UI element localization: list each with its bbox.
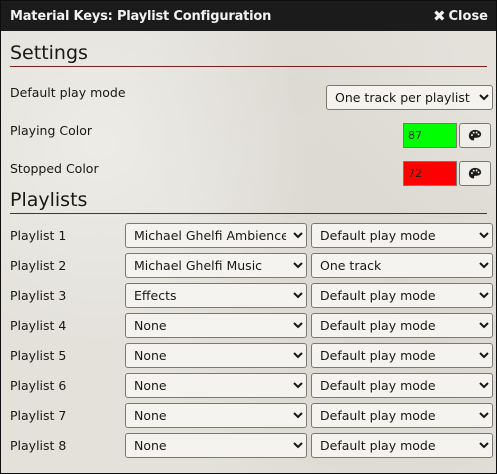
playlist-label: Playlist 5 [10,348,67,363]
playlist-mode-select[interactable]: Default play mode [311,433,493,458]
default-play-mode-label: Default play mode [10,85,126,100]
playing-color-label: Playing Color [10,123,93,138]
palette-icon [468,129,482,140]
playlist-config-window: Material Keys: Playlist Configuration ✖ … [0,0,497,474]
playlist-select[interactable]: Michael Ghelfi Music [125,253,307,278]
playing-color-picker-button[interactable] [459,123,491,148]
playlist-mode-select[interactable]: Default play mode [311,283,493,308]
playlist-mode-select[interactable]: Default play mode [311,373,493,398]
stopped-color-label: Stopped Color [10,161,99,176]
close-label: Close [448,8,488,24]
window-title: Material Keys: Playlist Configuration [10,8,272,24]
playlist-select[interactable]: None [125,403,307,428]
settings-heading: Settings [10,42,487,67]
playlist-select[interactable]: Michael Ghelfi Ambience [125,223,307,248]
playlist-select[interactable]: None [125,343,307,368]
playlist-label: Playlist 8 [10,438,67,453]
playlist-mode-select[interactable]: Default play mode [311,223,493,248]
stopped-color-picker-button[interactable] [459,161,491,186]
close-button[interactable]: ✖ Close [432,6,488,25]
close-icon: ✖ [432,6,446,25]
playlist-select[interactable]: None [125,373,307,398]
playlist-label: Playlist 1 [10,228,67,243]
window-titlebar[interactable]: Material Keys: Playlist Configuration ✖ … [1,1,496,31]
playlist-select[interactable]: None [125,433,307,458]
playlist-mode-select[interactable]: Default play mode [311,343,493,368]
playing-color-swatch[interactable]: 87 [403,123,457,148]
default-play-mode-select[interactable]: One track per playlist [326,85,493,110]
playlist-select[interactable]: None [125,313,307,338]
stopped-color-swatch[interactable]: 72 [403,161,457,186]
playlist-label: Playlist 3 [10,288,67,303]
playlists-heading: Playlists [10,189,487,214]
playlist-select[interactable]: Effects [125,283,307,308]
playlist-label: Playlist 7 [10,408,67,423]
playlist-mode-select[interactable]: Default play mode [311,403,493,428]
playlist-label: Playlist 4 [10,318,67,333]
playlist-mode-select[interactable]: Default play mode [311,313,493,338]
playlist-label: Playlist 2 [10,258,67,273]
playlist-mode-select[interactable]: One track [311,253,493,278]
palette-icon [468,167,482,178]
playlist-label: Playlist 6 [10,378,67,393]
